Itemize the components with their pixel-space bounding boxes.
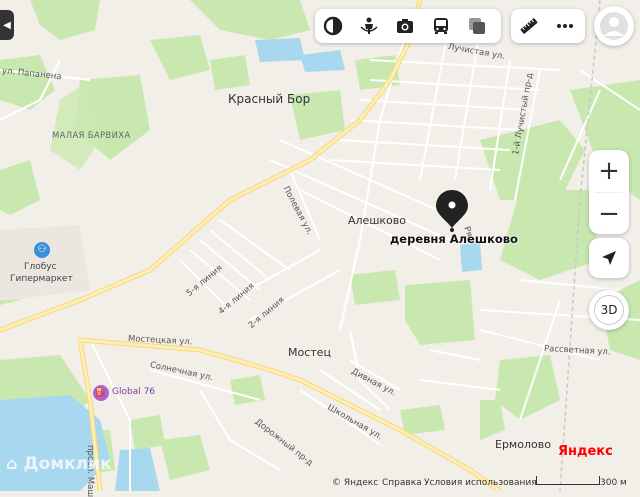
map-footer: © Яндекс Справка Условия использования 3… (0, 475, 640, 491)
geolocation-button[interactable] (589, 238, 629, 278)
map-canvas[interactable] (0, 0, 640, 491)
place-mostets: Мостец (288, 346, 331, 359)
public-transport-bus-icon (434, 18, 448, 34)
navigation-arrow-icon (602, 251, 616, 265)
layers-button[interactable] (315, 9, 351, 43)
ruler-button[interactable] (511, 9, 547, 43)
help-link[interactable]: Справка (382, 478, 422, 488)
traffic-square-icon (469, 18, 485, 34)
layers-circle-icon (323, 16, 343, 36)
copyright-link[interactable]: © Яндекс (332, 478, 378, 488)
terms-link[interactable]: Условия использования (424, 478, 537, 488)
transport-button[interactable] (423, 9, 459, 43)
scale-label: 300 м (600, 478, 627, 488)
traffic-button[interactable] (459, 9, 495, 43)
collapse-sidebar-button[interactable]: ◀ (0, 10, 14, 40)
more-dots-icon (557, 24, 573, 28)
zoom-out-button[interactable]: − (589, 193, 629, 235)
3d-mode-button[interactable]: 3D (589, 290, 629, 330)
camera-photo-icon (397, 19, 413, 33)
avatar-icon (600, 12, 628, 40)
place-ermolovo: Ермолово (495, 438, 551, 451)
globus-label-1[interactable]: Глобус (24, 262, 57, 272)
tools-toolbar (511, 9, 585, 43)
global76-poi-icon[interactable]: ⛽ (93, 385, 109, 401)
photos-button[interactable] (387, 9, 423, 43)
globus-poi-icon[interactable]: ⚇ (34, 242, 50, 258)
globus-label-2[interactable]: Гипермаркет (10, 274, 73, 284)
more-button[interactable] (547, 9, 583, 43)
ruler-icon (520, 18, 538, 34)
zoom-control: + − (589, 150, 629, 234)
profile-button[interactable] (594, 6, 634, 46)
panorama-button[interactable] (351, 9, 387, 43)
scale-bar (536, 476, 600, 485)
panorama-man-icon (360, 17, 378, 34)
domclick-watermark: ⌂ Домклик (6, 454, 112, 474)
marker-label[interactable]: деревня Алешково (390, 232, 518, 246)
map-layers-toolbar (315, 9, 501, 43)
watermark-text: Домклик (23, 454, 112, 474)
3d-label: 3D (600, 303, 618, 317)
chevron-left-icon: ◀ (3, 19, 11, 31)
yandex-logo[interactable]: Яндекс (558, 444, 613, 459)
house-icon: ⌂ (6, 454, 18, 473)
place-aleshkovo: Алешково (348, 214, 406, 227)
place-krasny-bor: Красный Бор (228, 92, 311, 106)
place-malaya-barvikha: МАЛАЯ БАРВИХА (52, 131, 131, 141)
global76-label[interactable]: Global 76 (112, 387, 155, 397)
zoom-in-button[interactable]: + (589, 150, 629, 192)
